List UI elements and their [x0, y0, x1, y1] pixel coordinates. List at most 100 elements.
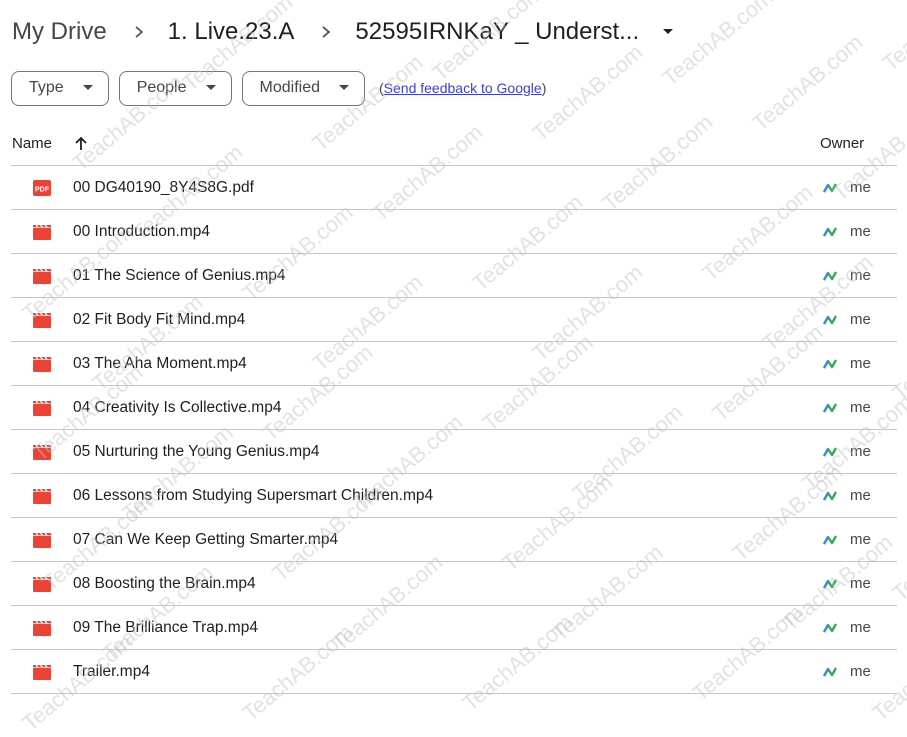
caret-down-icon[interactable] [656, 20, 680, 44]
owner-cell: me [819, 440, 871, 463]
file-name[interactable]: 04 Creativity Is Collective.mp4 [73, 399, 281, 417]
owner-cell: me [819, 176, 871, 199]
video-file-icon [33, 488, 51, 504]
file-name[interactable]: 07 Can We Keep Getting Smarter.mp4 [73, 531, 338, 549]
owner-avatar-icon [819, 308, 841, 331]
owner-label: me [850, 223, 871, 240]
owner-cell: me [819, 484, 871, 507]
table-row[interactable]: 02 Fit Body Fit Mind.mp4 me [11, 298, 897, 342]
breadcrumb-live-folder[interactable]: 1. Live.23.A [167, 14, 296, 50]
breadcrumb: My Drive 1. Live.23.A 52595IRNKaY _ Unde… [11, 12, 680, 52]
chevron-right-icon [320, 14, 332, 50]
owner-avatar-icon [819, 484, 841, 507]
table-row[interactable]: 01 The Science of Genius.mp4 me [11, 254, 897, 298]
file-name[interactable]: 06 Lessons from Studying Supersmart Chil… [73, 487, 433, 505]
caret-down-icon [201, 78, 221, 98]
video-file-icon [33, 268, 51, 284]
table-row[interactable]: PDF 00 DG40190_8Y4S8G.pdf me [11, 166, 897, 210]
owner-avatar-icon [819, 660, 841, 683]
owner-label: me [850, 355, 871, 372]
table-row[interactable]: 00 Introduction.mp4 me [11, 210, 897, 254]
video-file-icon [33, 224, 51, 240]
table-row[interactable]: 04 Creativity Is Collective.mp4 me [11, 386, 897, 430]
owner-avatar-icon [819, 220, 841, 243]
owner-avatar-icon [819, 528, 841, 551]
owner-avatar-icon [819, 264, 841, 287]
file-name[interactable]: 01 The Science of Genius.mp4 [73, 267, 286, 285]
owner-avatar-icon [819, 176, 841, 199]
watermark-text: TeachAB.com [747, 29, 868, 136]
table-row[interactable]: 08 Boosting the Brain.mp4 me [11, 562, 897, 606]
chevron-right-icon [133, 14, 145, 50]
owner-avatar-icon [819, 396, 841, 419]
feedback-paren-close: ) [541, 80, 547, 96]
owner-avatar-icon [819, 352, 841, 375]
feedback-text: (Send feedback to Google) [379, 80, 546, 96]
file-name[interactable]: Trailer.mp4 [73, 663, 150, 681]
owner-label: me [850, 179, 871, 196]
type-filter-chip[interactable]: Type [11, 70, 109, 106]
table-row[interactable]: 03 The Aha Moment.mp4 me [11, 342, 897, 386]
column-header-owner[interactable]: Owner [820, 135, 864, 152]
owner-label: me [850, 399, 871, 416]
owner-cell: me [819, 308, 871, 331]
owner-avatar-icon [819, 572, 841, 595]
owner-cell: me [819, 352, 871, 375]
breadcrumb-my-drive[interactable]: My Drive [11, 14, 108, 50]
owner-cell: me [819, 616, 871, 639]
table-row[interactable]: 07 Can We Keep Getting Smarter.mp4 me [11, 518, 897, 562]
video-file-icon [33, 444, 51, 460]
owner-cell: me [819, 220, 871, 243]
video-file-icon [33, 356, 51, 372]
owner-cell: me [819, 572, 871, 595]
file-list: Name Owner PDF 00 DG40190_8Y4S8G.pdf me 00 … [11, 122, 897, 694]
video-file-icon [33, 400, 51, 416]
owner-label: me [850, 267, 871, 284]
table-row[interactable]: 05 Nurturing the Young Genius.mp4 me [11, 430, 897, 474]
chip-label: Modified [259, 79, 320, 96]
filter-bar: Type People Modified (Send feedback to G… [11, 70, 546, 106]
chip-label: People [136, 79, 187, 96]
video-file-icon [33, 664, 51, 680]
breadcrumb-current-folder[interactable]: 52595IRNKaY _ Underst... [354, 14, 640, 50]
video-file-icon [33, 620, 51, 636]
owner-label: me [850, 619, 871, 636]
file-name[interactable]: 03 The Aha Moment.mp4 [73, 355, 247, 373]
owner-cell: me [819, 396, 871, 419]
send-feedback-link[interactable]: Send feedback to Google [384, 80, 542, 96]
table-row[interactable]: 09 The Brilliance Trap.mp4 me [11, 606, 897, 650]
owner-label: me [850, 487, 871, 504]
owner-label: me [850, 531, 871, 548]
caret-down-icon [334, 78, 354, 98]
table-row[interactable]: Trailer.mp4 me [11, 650, 897, 694]
file-name[interactable]: 09 The Brilliance Trap.mp4 [73, 619, 258, 637]
pdf-file-icon: PDF [33, 180, 51, 196]
owner-label: me [850, 311, 871, 328]
owner-label: me [850, 575, 871, 592]
file-name[interactable]: 00 DG40190_8Y4S8G.pdf [73, 179, 254, 197]
owner-label: me [850, 663, 871, 680]
file-name[interactable]: 00 Introduction.mp4 [73, 223, 210, 241]
owner-cell: me [819, 264, 871, 287]
owner-avatar-icon [819, 616, 841, 639]
video-file-icon [33, 532, 51, 548]
column-header-name[interactable]: Name [12, 135, 52, 152]
caret-down-icon [78, 78, 98, 98]
owner-cell: me [819, 528, 871, 551]
file-name[interactable]: 05 Nurturing the Young Genius.mp4 [73, 443, 319, 461]
arrow-up-icon[interactable] [72, 135, 90, 153]
modified-filter-chip[interactable]: Modified [241, 70, 365, 106]
owner-cell: me [819, 660, 871, 683]
owner-avatar-icon [819, 440, 841, 463]
table-body: PDF 00 DG40190_8Y4S8G.pdf me 00 Introductio… [11, 166, 897, 694]
video-file-icon [33, 312, 51, 328]
table-header: Name Owner [11, 122, 897, 166]
file-name[interactable]: 02 Fit Body Fit Mind.mp4 [73, 311, 245, 329]
table-row[interactable]: 06 Lessons from Studying Supersmart Chil… [11, 474, 897, 518]
video-file-icon [33, 576, 51, 592]
file-name[interactable]: 08 Boosting the Brain.mp4 [73, 575, 256, 593]
svg-text:PDF: PDF [35, 187, 50, 194]
watermark-text: TeachAB.com [877, 0, 907, 76]
chip-label: Type [29, 79, 64, 96]
people-filter-chip[interactable]: People [118, 70, 232, 106]
